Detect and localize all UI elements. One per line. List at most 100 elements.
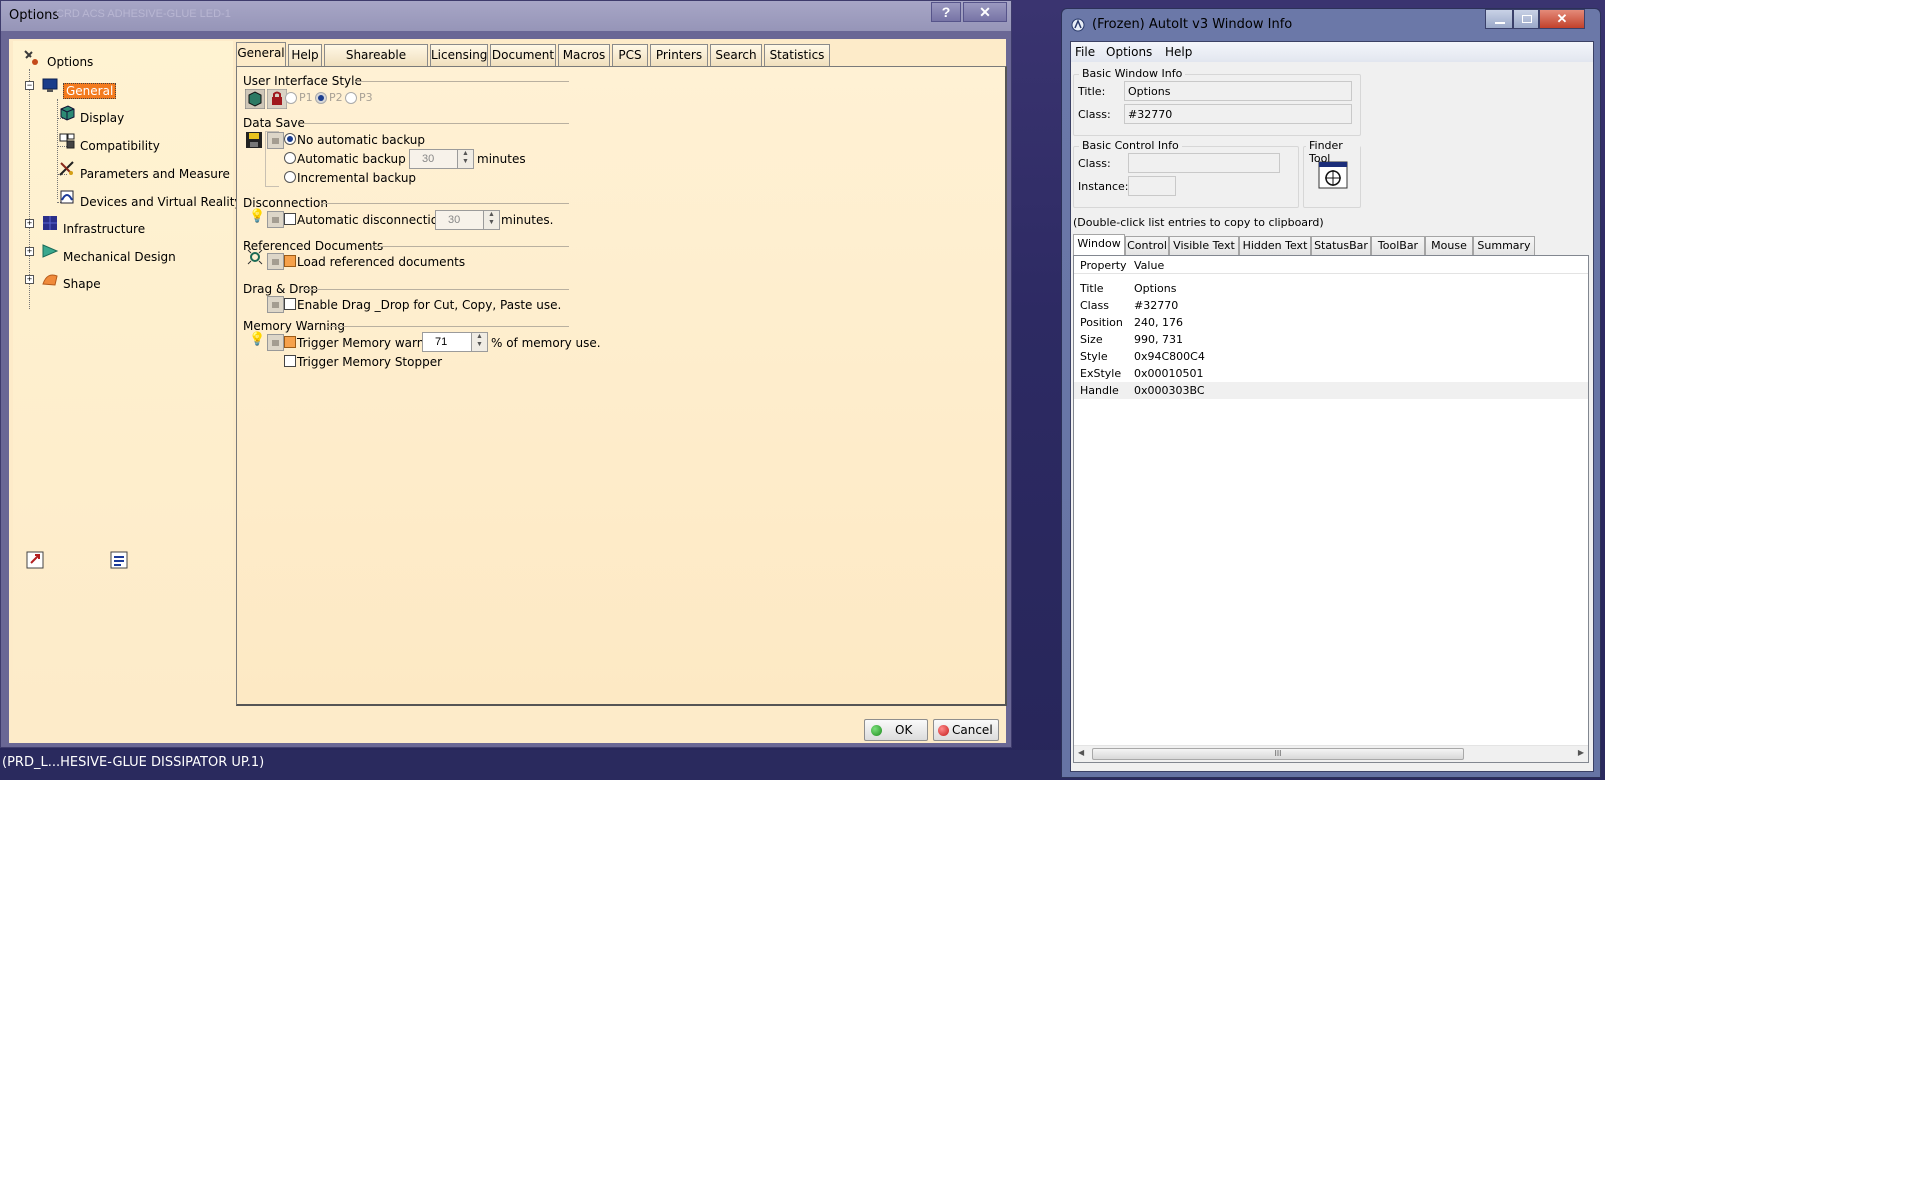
tab-pcs[interactable]: PCS	[612, 44, 648, 66]
tab-hidden-text[interactable]: Hidden Text	[1239, 236, 1311, 255]
table-row[interactable]: Class #32770	[1074, 297, 1588, 314]
property-list[interactable]: Property Value Title Options Class #3277…	[1073, 255, 1589, 763]
row-property: Style	[1080, 350, 1108, 363]
enable-drag-drop-label: Enable Drag _Drop for Cut, Copy, Paste u…	[297, 298, 562, 312]
autoit-menubar: File Options Help	[1071, 42, 1593, 62]
memory-warning-lock-icon[interactable]	[267, 334, 284, 351]
row-property: Class	[1080, 299, 1109, 312]
options-settings-icon[interactable]	[109, 549, 131, 571]
data-save-lock-icon[interactable]	[267, 132, 284, 149]
minimize-icon[interactable]	[1485, 9, 1513, 29]
tab-general[interactable]: General	[236, 42, 286, 66]
options-titlebar[interactable]: Options CRD ACS ADHESIVE-GLUE LED-1 ? ✕	[1, 1, 1011, 31]
trigger-memory-stopper-checkbox[interactable]	[284, 355, 296, 367]
header-value[interactable]: Value	[1134, 259, 1164, 272]
cancel-button[interactable]: Cancel	[933, 719, 999, 741]
tab-statusbar[interactable]: StatusBar	[1311, 236, 1371, 255]
table-row[interactable]: Position 240, 176	[1074, 314, 1588, 331]
table-row[interactable]: Style 0x94C800C4	[1074, 348, 1588, 365]
data-save-title: Data Save	[243, 116, 305, 130]
tab-shareable-products[interactable]: Shareable Products	[324, 44, 428, 82]
expand-mechanical-icon[interactable]: +	[25, 247, 34, 256]
close-titlebar-button[interactable]: ✕	[963, 2, 1007, 22]
menu-help[interactable]: Help	[1165, 45, 1192, 59]
tab-mouse[interactable]: Mouse	[1425, 236, 1473, 255]
disconnection-spinner[interactable]: 30 ▲ ▼	[435, 210, 500, 230]
infrastructure-icon	[43, 216, 57, 230]
menu-file[interactable]: File	[1075, 45, 1095, 59]
row-value: Options	[1134, 282, 1177, 295]
no-backup-radio[interactable]	[284, 133, 296, 145]
ui-style-p3-label: P3	[359, 91, 373, 104]
export-options-icon[interactable]	[25, 549, 47, 571]
display-cube-icon	[60, 105, 75, 121]
auto-disconnection-checkbox[interactable]	[284, 213, 296, 225]
tab-macros[interactable]: Macros	[558, 44, 610, 66]
auto-backup-radio[interactable]	[284, 152, 296, 164]
basic-window-info-title: Basic Window Info	[1079, 67, 1186, 80]
expand-infrastructure-icon[interactable]: +	[25, 219, 34, 228]
row-property: Handle	[1080, 384, 1119, 397]
control-instance-field[interactable]	[1128, 176, 1176, 196]
referenced-documents-lock-icon[interactable]	[267, 253, 284, 270]
scroll-left-icon[interactable]: ◀	[1078, 748, 1084, 757]
disconnection-lock-icon[interactable]	[267, 211, 284, 228]
spinner-arrows-icon[interactable]: ▲ ▼	[483, 211, 499, 229]
section-rule	[303, 289, 569, 290]
scroll-thumb[interactable]: III	[1092, 748, 1464, 760]
table-row[interactable]: Handle 0x000303BC	[1074, 382, 1588, 399]
copy-hint-text: (Double-click list entries to copy to cl…	[1073, 216, 1324, 229]
tab-document[interactable]: Document	[490, 44, 556, 66]
options-body: Options − General Display Compatibility …	[9, 39, 1007, 743]
control-class-field[interactable]	[1128, 153, 1280, 173]
table-row[interactable]: Title Options	[1074, 280, 1588, 297]
shape-icon	[42, 274, 58, 286]
incremental-backup-radio[interactable]	[284, 171, 296, 183]
scroll-right-icon[interactable]: ▶	[1578, 748, 1584, 757]
tab-help[interactable]: Help	[288, 44, 322, 66]
ui-style-lock-icon[interactable]	[267, 89, 287, 109]
ok-button[interactable]: OK	[864, 719, 928, 741]
tab-visible-text[interactable]: Visible Text	[1169, 236, 1239, 255]
expand-shape-icon[interactable]: +	[25, 275, 34, 284]
expand-general-icon[interactable]: −	[25, 81, 34, 90]
tab-statistics[interactable]: Statistics	[764, 44, 830, 66]
tab-printers[interactable]: Printers	[650, 44, 708, 66]
enable-drag-drop-checkbox[interactable]	[284, 298, 296, 310]
table-row[interactable]: ExStyle 0x00010501	[1074, 365, 1588, 382]
window-class-field[interactable]: #32770	[1124, 104, 1352, 124]
finder-tool-group: Finder Tool	[1303, 139, 1361, 208]
finder-crosshair-icon[interactable]	[1318, 161, 1348, 189]
ui-style-p1-radio[interactable]	[285, 92, 297, 104]
header-property[interactable]: Property	[1080, 259, 1127, 272]
trigger-memory-warning-checkbox[interactable]	[284, 336, 296, 348]
maximize-icon[interactable]	[1513, 9, 1539, 29]
ui-style-p2-radio[interactable]	[315, 92, 327, 104]
spinner-arrows-icon[interactable]: ▲ ▼	[457, 150, 473, 168]
drag-drop-lock-icon[interactable]	[267, 296, 284, 313]
auto-backup-spinner[interactable]: 30 ▲ ▼	[409, 149, 474, 169]
row-value: #32770	[1134, 299, 1179, 312]
general-tab-panel: User Interface Style P1 P2 P3 Data Save	[236, 66, 1007, 706]
table-row[interactable]: Size 990, 731	[1074, 331, 1588, 348]
section-rule	[327, 326, 569, 327]
memory-warning-spinner[interactable]: 71 ▲ ▼	[422, 332, 488, 352]
tab-search[interactable]: Search	[710, 44, 762, 66]
tab-summary[interactable]: Summary	[1473, 236, 1535, 255]
window-title-field[interactable]: Options	[1124, 81, 1352, 101]
ui-style-p3-radio[interactable]	[345, 92, 357, 104]
mechanical-design-icon	[42, 244, 59, 258]
spinner-arrows-icon[interactable]: ▲ ▼	[471, 333, 487, 351]
tab-control[interactable]: Control	[1125, 236, 1169, 255]
close-icon[interactable]: ✕	[1539, 9, 1585, 29]
tab-toolbar[interactable]: ToolBar	[1371, 236, 1425, 255]
help-titlebar-button[interactable]: ?	[931, 2, 961, 22]
menu-options[interactable]: Options	[1106, 45, 1152, 59]
row-value: 0x00010501	[1134, 367, 1204, 380]
row-value: 240, 176	[1134, 316, 1183, 329]
horizontal-scrollbar[interactable]: ◀ III ▶	[1074, 745, 1588, 762]
tab-window[interactable]: Window	[1073, 234, 1125, 255]
load-referenced-documents-checkbox[interactable]	[284, 255, 296, 267]
tab-licensing[interactable]: Licensing	[430, 44, 488, 66]
scroll-grip: III	[1274, 749, 1282, 758]
